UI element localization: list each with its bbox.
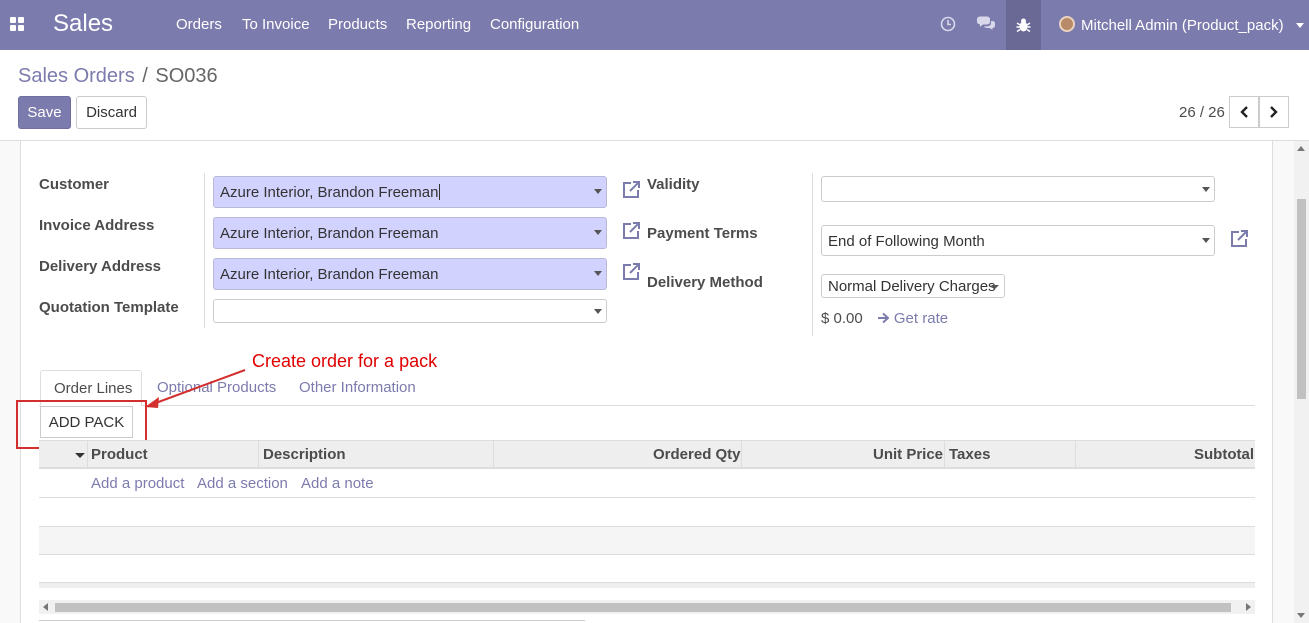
label-divider [812,173,813,336]
validity-label: Validity [647,176,700,193]
scrollbar-thumb[interactable] [55,603,1231,612]
order-lines-header: Product Description Ordered Qty Unit Pri… [39,440,1255,469]
arrow-right-icon [877,312,890,324]
control-panel: Sales Orders / SO036 Save Discard 26 / 2… [0,50,1309,141]
column-description[interactable]: Description [263,446,346,463]
dropdown-caret-icon[interactable] [594,189,602,194]
chevron-right-icon [1270,106,1278,118]
save-button[interactable]: Save [18,96,71,129]
breadcrumb-parent[interactable]: Sales Orders [18,65,135,87]
table-row [39,555,1255,582]
column-taxes[interactable]: Taxes [949,446,990,463]
customer-label: Customer [39,176,110,193]
quotation-template-label: Quotation Template [39,299,179,316]
add-section-link[interactable]: Add a section [197,475,288,492]
customer-field[interactable]: Azure Interior, Brandon Freeman [213,176,607,208]
delivery-price-line: $ 0.00 Get rate [821,310,948,327]
delivery-method-dropdown[interactable]: Normal Delivery Charges [821,274,1005,298]
chevron-left-icon [1240,106,1248,118]
menu-configuration[interactable]: Configuration [490,16,579,33]
delivery-price: $ 0.00 [821,310,863,327]
form-sheet: Customer Invoice Address Delivery Addres… [16,141,1273,623]
column-subtotal[interactable]: Subtotal [1194,446,1254,463]
dropdown-caret-icon[interactable] [594,309,602,314]
user-name: Mitchell Admin (Product_pack) [1081,17,1284,34]
scroll-up-icon[interactable] [1297,146,1305,151]
scroll-left-icon[interactable] [43,603,48,611]
external-link-icon[interactable] [621,180,641,200]
scrollbar-thumb[interactable] [1297,199,1306,399]
annotation-text: Create order for a pack [252,351,438,371]
table-footer [39,582,1255,588]
dropdown-caret-icon[interactable] [594,271,602,276]
apps-icon[interactable] [10,17,26,33]
column-unit-price[interactable]: Unit Price [873,446,943,463]
dropdown-caret-icon[interactable] [594,230,602,235]
avatar [1059,16,1075,32]
debug-mode-button[interactable] [1006,0,1041,50]
tab-other-information[interactable]: Other Information [299,379,416,396]
scroll-right-icon[interactable] [1246,603,1251,611]
menu-to-invoice[interactable]: To Invoice [242,16,310,33]
pager-next-button[interactable] [1259,96,1289,128]
external-link-icon[interactable] [1229,229,1249,249]
table-row [39,527,1255,555]
external-link-icon[interactable] [621,221,641,241]
horizontal-scrollbar[interactable] [39,600,1255,614]
chevron-down-icon [1295,23,1304,28]
breadcrumb: Sales Orders / SO036 [18,65,218,88]
breadcrumb-current: SO036 [155,65,218,87]
label-divider [204,173,205,328]
menu-products[interactable]: Products [328,16,387,33]
add-line-row: Add a product Add a section Add a note [39,470,1255,498]
discard-button[interactable]: Discard [76,96,147,129]
scroll-down-icon[interactable] [1297,613,1305,618]
get-rate-button[interactable]: Get rate [877,310,948,327]
quotation-template-field[interactable] [213,299,607,323]
app-title[interactable]: Sales [53,10,113,38]
page-scrollbar[interactable] [1294,141,1309,623]
annotation-arrow-icon [145,369,246,408]
invoice-address-label: Invoice Address [39,217,155,234]
delivery-address-value: Azure Interior, Brandon Freeman [220,266,439,283]
chevron-down-icon [991,285,999,289]
bug-icon [1016,18,1031,33]
payment-terms-label: Payment Terms [647,225,758,242]
column-ordered-qty[interactable]: Ordered Qty [653,446,741,463]
menu-reporting[interactable]: Reporting [406,16,471,33]
invoice-address-value: Azure Interior, Brandon Freeman [220,225,439,242]
delivery-address-label: Delivery Address [39,258,162,275]
external-link-icon[interactable] [621,262,641,282]
sort-caret-icon[interactable] [75,453,85,458]
clock-icon[interactable] [940,16,958,34]
top-navbar: Sales Orders To Invoice Products Reporti… [0,0,1309,50]
dropdown-caret-icon[interactable] [1202,238,1210,243]
breadcrumb-separator: / [142,65,148,87]
dropdown-caret-icon[interactable] [1202,187,1210,192]
pager-previous-button[interactable] [1229,96,1259,128]
delivery-method-value: Normal Delivery Charges [828,278,996,295]
payment-terms-field[interactable]: End of Following Month [821,225,1215,256]
payment-terms-value: End of Following Month [828,233,985,250]
pager-value[interactable]: 26 / 26 [1179,104,1225,121]
user-menu[interactable]: Mitchell Admin (Product_pack) [1059,16,1304,34]
chat-icon[interactable] [976,16,995,34]
delivery-method-label: Delivery Method [647,274,763,291]
table-row [39,499,1255,527]
invoice-address-field[interactable]: Azure Interior, Brandon Freeman [213,217,607,249]
validity-field[interactable] [821,176,1215,202]
add-note-link[interactable]: Add a note [301,475,374,492]
add-product-link[interactable]: Add a product [91,475,184,492]
customer-value: Azure Interior, Brandon Freeman [220,184,439,201]
menu-orders[interactable]: Orders [176,16,222,33]
column-product[interactable]: Product [91,446,148,463]
delivery-address-field[interactable]: Azure Interior, Brandon Freeman [213,258,607,290]
